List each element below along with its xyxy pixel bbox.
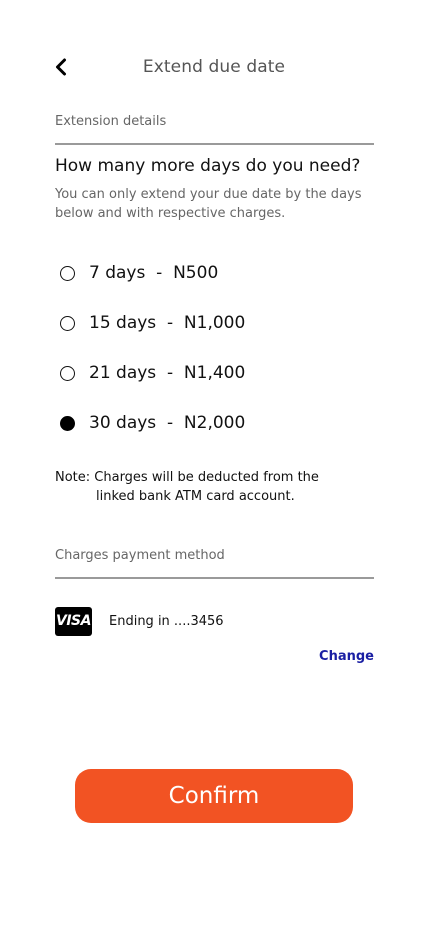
option-30-days[interactable]: 30 days - N2,000 [60,398,380,448]
days-options: 7 days - N500 15 days - N1,000 21 days -… [60,248,380,448]
visa-logo: VISA [55,606,92,636]
radio-button[interactable] [60,365,75,381]
payment-card: VISA Ending in ....3456 [55,606,375,636]
option-label: 30 days - N2,000 [89,413,246,433]
payment-method-divider [55,577,374,579]
change-payment-link[interactable]: Change [319,649,374,664]
radio-button[interactable] [60,265,75,281]
option-label: 7 days - N500 [89,263,219,283]
option-label: 21 days - N1,400 [89,363,246,383]
extension-details-divider [55,143,374,145]
radio-button-selected[interactable] [60,415,75,431]
days-subtext: You can only extend your due date by the… [55,187,362,221]
days-question: How many more days do you need? [55,156,361,176]
note-line-2: linked bank ATM card account. [96,489,295,504]
option-label: 15 days - N1,000 [89,313,246,333]
option-7-days[interactable]: 7 days - N500 [60,248,380,298]
card-ending-text: Ending in ....3456 [109,613,224,629]
header: Extend due date [0,52,428,84]
note-line-1: Note: Charges will be deducted from the [55,470,319,485]
option-21-days[interactable]: 21 days - N1,400 [60,348,380,398]
page-title: Extend due date [142,57,286,77]
confirm-button[interactable]: Confirm [75,769,353,823]
charges-note: Note: Charges will be deducted from the … [55,468,355,506]
radio-button[interactable] [60,315,75,331]
extension-details-label: Extension details [55,114,167,129]
payment-method-label: Charges payment method [55,548,225,563]
extend-due-date-screen: Extend due date Extension details How ma… [0,0,428,926]
option-15-days[interactable]: 15 days - N1,000 [60,298,380,348]
